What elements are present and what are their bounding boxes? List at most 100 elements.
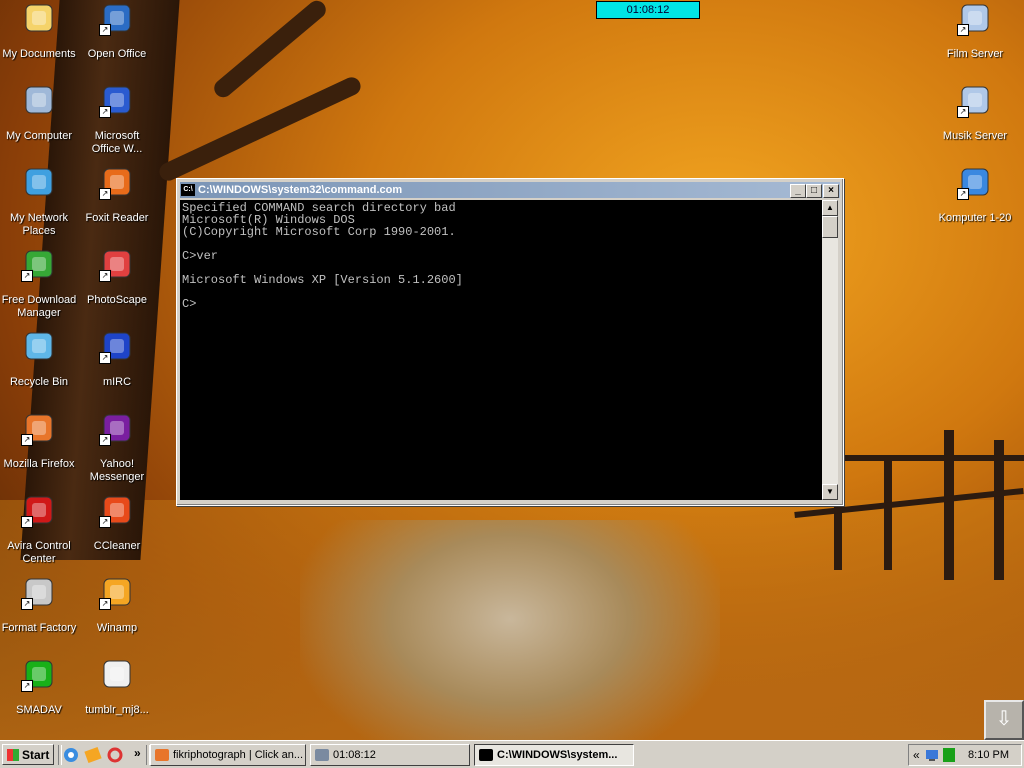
openoffice-icon: ↗ [99,2,133,36]
desktop-icon-label: Yahoo! Messenger [89,458,145,483]
console-line: (C)Copyright Microsoft Corp 1990-2001. [182,225,456,239]
taskbar-button-label: 01:08:12 [333,749,376,761]
desktop-icon-label: Mozilla Firefox [3,458,75,470]
desktop-icon-komputer-1-20[interactable]: ↗ Komputer 1-20 [936,166,1014,225]
desktop-icon-foxit-reader[interactable]: ↗ Foxit Reader [78,166,156,225]
network-tray-icon[interactable] [925,748,939,762]
shortcut-arrow-icon: ↗ [21,680,33,692]
desktop-icon-label: SMADAV [16,704,62,716]
wallpaper-branch [210,0,330,101]
desktop-icon-open-office[interactable]: ↗ Open Office [78,2,156,61]
shortcut-arrow-icon: ↗ [99,24,111,36]
shortcut-arrow-icon: ↗ [21,516,33,528]
format-factory-icon: ↗ [21,576,55,610]
console-icon[interactable]: C:\ [181,184,195,196]
desktop-icon-my-documents[interactable]: My Documents [0,2,78,61]
close-button[interactable]: × [823,184,839,198]
desktop-icon-label: Foxit Reader [85,212,149,224]
shortcut-arrow-icon: ↗ [21,598,33,610]
recycle-bin-icon [23,330,55,362]
desktop-icon-yahoo-messenger[interactable]: ↗ Yahoo! Messenger [78,412,156,484]
smadav-icon: ↗ [21,658,55,692]
yahoo-messenger-icon: ↗ [99,412,133,446]
desktop-icon-photoscape[interactable]: ↗ PhotoScape [78,248,156,307]
desktop-icon-film-server[interactable]: ↗ Film Server [936,2,1014,61]
desktop-icon-label: Open Office [87,48,147,60]
scroll-down-button[interactable]: ▼ [822,484,838,500]
desktop-icon-mozilla-firefox[interactable]: ↗ Mozilla Firefox [0,412,78,471]
taskbar-button-label: fikriphotograph | Click an... [173,749,304,761]
taskbar: Start » fikriphotograph | Click an... 01:… [0,740,1024,768]
system-tray: « 8:10 PM [908,744,1022,766]
desktop-icon-label: Recycle Bin [9,376,69,388]
windows-logo-icon [7,749,19,761]
shortcut-arrow-icon: ↗ [99,434,111,446]
desktop-icon-label: Avira Control Center [7,540,71,565]
console-window-title: C:\WINDOWS\system32\command.com [198,184,403,196]
wallpaper-path [300,520,720,768]
taskbar-button-1[interactable]: fikriphotograph | Click an... [150,744,306,766]
start-label: Start [22,748,50,762]
shortcut-arrow-icon: ↗ [99,270,111,282]
desktop-icon-winamp[interactable]: ↗ Winamp [78,576,156,635]
image-file-icon [101,658,133,690]
desktop-icon-avira-control-center[interactable]: ↗ Avira Control Center [0,494,78,566]
desktop-icon-label: Film Server [946,48,1004,60]
scroll-up-button[interactable]: ▲ [822,200,838,216]
mirc-icon: ↗ [99,330,133,364]
taskbar-button-3[interactable]: C:\WINDOWS\system... [474,744,634,766]
ie-quicklaunch-icon[interactable] [62,746,80,764]
desktop-icon-ccleaner[interactable]: ↗ CCleaner [78,494,156,553]
antivirus-tray-icon[interactable] [943,748,955,762]
desktop-icon-my-network-places[interactable]: My Network Places [0,166,78,238]
shortcut-arrow-icon: ↗ [99,106,111,118]
console-output[interactable]: Specified COMMAND search directory bad Mi… [180,200,822,500]
wallpaper-branch [156,74,364,184]
desktop-icon-format-factory[interactable]: ↗ Format Factory [0,576,78,635]
shortcut-arrow-icon: ↗ [21,270,33,282]
computer-icon [23,84,55,116]
shortcut-arrow-icon: ↗ [99,598,111,610]
ccleaner-icon: ↗ [99,494,133,528]
shortcut-arrow-icon: ↗ [957,188,969,200]
desktop-icon-smadav[interactable]: ↗ SMADAV [0,658,78,717]
clock-app-icon [315,748,329,762]
taskbar-button-label: C:\WINDOWS\system... [497,749,618,761]
desktop-icon-my-computer[interactable]: My Computer [0,84,78,143]
desktop-icon-tumblr-mj8[interactable]: tumblr_mj8... [78,658,156,717]
desktop-icon-free-download-manager[interactable]: ↗ Free Download Manager [0,248,78,320]
desktop-icon-label: Free Download Manager [1,294,77,319]
winamp-icon: ↗ [99,576,133,610]
desktop-icon-label: My Documents [2,48,76,60]
photoscape-icon: ↗ [99,248,133,282]
quicklaunch-chevron[interactable]: » [134,746,141,760]
desktop-icon-recycle-bin[interactable]: Recycle Bin [0,330,78,389]
top-clock-widget[interactable]: 01:08:12 [596,1,700,19]
network-drive-icon: ↗ [957,84,991,118]
console-icon [479,748,493,762]
start-button[interactable]: Start [2,744,54,765]
scroll-thumb[interactable] [822,216,838,238]
tray-clock[interactable]: 8:10 PM [968,745,1009,765]
show-desktop-corner-button[interactable]: ⇩ [984,700,1024,740]
console-titlebar[interactable]: C:\ C:\WINDOWS\system32\command.com _ □ × [180,182,840,198]
console-vertical-scrollbar[interactable]: ▲ ▼ [822,200,838,500]
desktop-icon-musik-server[interactable]: ↗ Musik Server [936,84,1014,143]
minimize-button[interactable]: _ [790,184,806,198]
photoscape-quicklaunch-icon[interactable] [106,746,124,764]
shortcut-arrow-icon: ↗ [957,24,969,36]
taskbar-button-2[interactable]: 01:08:12 [310,744,470,766]
maximize-button[interactable]: □ [806,184,822,198]
console-window[interactable]: C:\ C:\WINDOWS\system32\command.com _ □ ×… [176,178,844,506]
desktop-icon-microsoft-office-w[interactable]: ↗ Microsoft Office W... [78,84,156,156]
desktop-icon-mirc[interactable]: ↗ mIRC [78,330,156,389]
desktop-icon-label: My Network Places [9,212,69,237]
folder-documents-icon [23,2,55,34]
tray-expand-button[interactable]: « [913,748,920,762]
desktop-icon-label: Microsoft Office W... [91,130,143,155]
shortcut-arrow-icon: ↗ [957,106,969,118]
winamp-quicklaunch-icon[interactable] [84,746,102,764]
shortcut-arrow-icon: ↗ [21,434,33,446]
